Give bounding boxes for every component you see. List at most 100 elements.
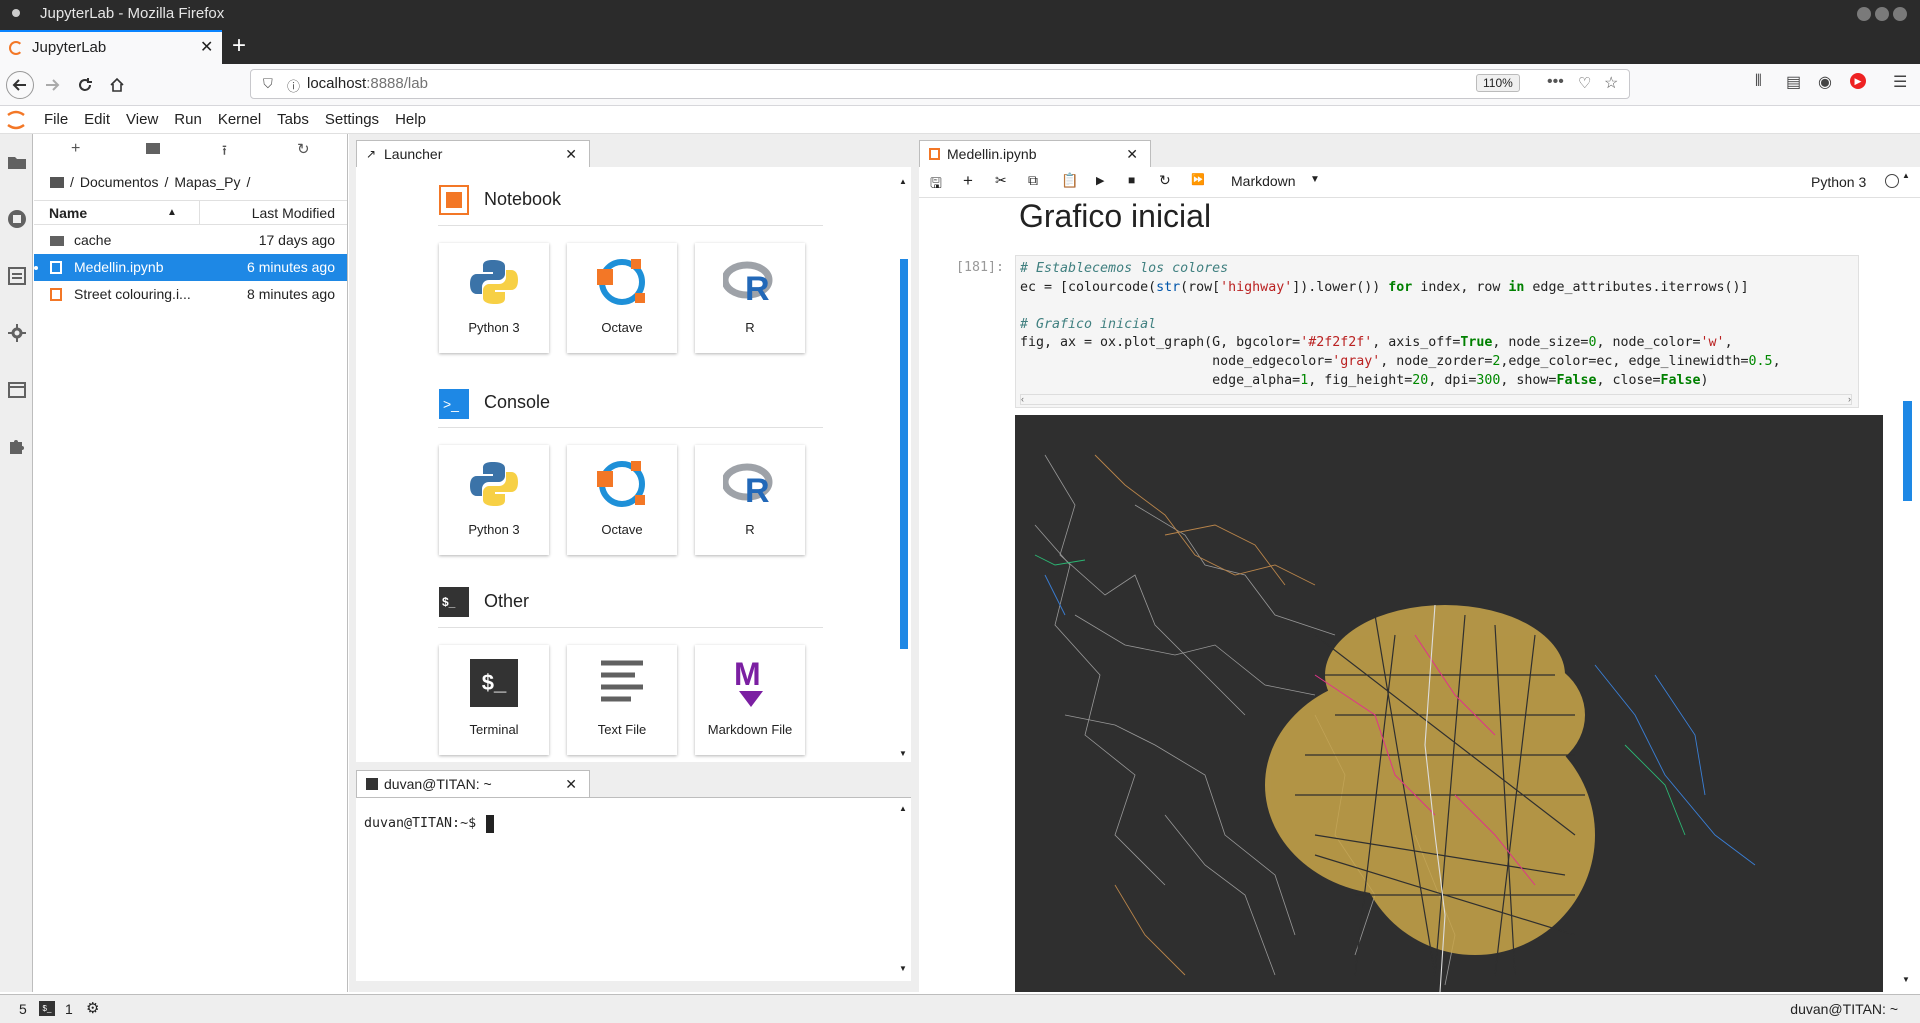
notebook-toolbar: 🖫 + ✂ ⧉ 📋 ▶ ■ ↻ ⏩ Markdown ▼ Python 3 [919,167,1920,198]
menu-run[interactable]: Run [166,106,210,134]
status-terminal-count[interactable]: 1 [65,1001,73,1017]
folder-icon[interactable] [6,151,28,173]
launcher-card-octave-notebook[interactable]: Octave [567,243,677,353]
restart-icon[interactable]: ↻ [1159,172,1171,189]
info-icon[interactable]: ⓘ [287,76,300,95]
tab-launcher[interactable]: ↗ Launcher ✕ [356,140,590,167]
minimize-icon[interactable] [1857,7,1871,21]
sidebar-icon[interactable]: ▤ [1786,72,1801,92]
modified-column-header[interactable]: Last Modified [252,201,335,225]
close-tab-icon[interactable]: ✕ [200,37,213,57]
breadcrumb-item[interactable]: Documentos [80,174,159,190]
commands-icon[interactable] [6,265,28,287]
breadcrumb-item[interactable]: Mapas_Py [174,174,240,190]
launcher-card-text-file[interactable]: Text File [567,645,677,755]
home-icon[interactable] [103,71,131,99]
kernel-name[interactable]: Python 3 [1811,174,1866,190]
close-terminal-icon[interactable]: ✕ [565,771,577,798]
reload-icon[interactable] [71,71,99,99]
launcher-card-python3-notebook[interactable]: Python 3 [439,243,549,353]
save-icon[interactable]: 🖫 [930,173,942,197]
property-inspector-icon[interactable] [6,322,28,344]
markdown-heading[interactable]: Grafico inicial [1019,198,1211,235]
upload-icon[interactable]: ⭱ [222,140,227,164]
menu-view[interactable]: View [118,106,166,134]
library-icon[interactable]: ⫴ [1755,73,1762,91]
code-cell-input[interactable]: # Establecemos los colores ec = [colourc… [1015,255,1859,408]
notebook-scrollbar[interactable]: ▲ ▼ [1902,171,1912,991]
open-tabs-icon[interactable] [6,379,28,401]
launcher-card-terminal[interactable]: $_ Terminal [439,645,549,755]
text-file-icon [599,659,645,707]
tab-notebook[interactable]: Medellin.ipynb ✕ [919,140,1151,167]
console-section-icon: >_ [439,389,469,419]
menu-kernel[interactable]: Kernel [210,106,269,134]
chevron-down-icon[interactable]: ▼ [1310,174,1320,185]
more-actions-icon[interactable]: ••• [1547,73,1564,91]
cell-type-select[interactable]: Markdown [1231,173,1296,189]
code-hscrollbar[interactable]: ‹ › [1020,394,1852,405]
zoom-level[interactable]: 110% [1476,74,1520,92]
shield-icon[interactable]: ⛉ [263,76,273,92]
launcher-tab-icon: ↗ [366,147,377,161]
new-tab-icon[interactable]: + [232,32,246,60]
close-window-icon[interactable] [1893,7,1907,21]
insert-cell-icon[interactable]: + [963,171,973,191]
file-row[interactable]: Street colouring.i... 8 minutes ago [34,281,347,308]
menu-file[interactable]: File [36,106,76,134]
back-icon[interactable] [6,71,34,99]
bookmark-star-icon[interactable]: ☆ [1604,73,1618,93]
notebook-tab-title: Medellin.ipynb [947,146,1037,162]
terminal-scrollbar[interactable]: ▲ ▼ [899,804,907,980]
launcher-scrollbar[interactable]: ▲ ▼ [899,177,908,758]
notebook-scroll-thumb[interactable] [1903,401,1912,501]
launcher-scroll-thumb[interactable] [900,259,908,649]
run-icon[interactable]: ▶ [1096,174,1104,187]
url-bar[interactable]: ⛉ ⓘ localhost:8888/lab 110% ••• ♡ ☆ [250,69,1630,99]
status-right-text: duvan@TITAN: ~ [1790,1001,1898,1017]
close-launcher-icon[interactable]: ✕ [565,141,577,168]
launcher-card-markdown-file[interactable]: M Markdown File [695,645,805,755]
maximize-icon[interactable] [1875,7,1889,21]
pocket-icon[interactable]: ♡ [1578,74,1591,92]
menu-edit[interactable]: Edit [76,106,118,134]
terminal-logo-icon: $_ [470,659,518,707]
plot-output [1015,415,1883,992]
account-icon[interactable]: ◉ [1818,72,1832,92]
file-row-selected[interactable]: Medellin.ipynb 6 minutes ago [34,254,347,281]
kernel-status-icon [1885,174,1899,188]
close-notebook-icon[interactable]: ✕ [1126,141,1138,168]
file-row[interactable]: cache 17 days ago [34,227,347,254]
restart-run-all-icon[interactable]: ⏩ [1191,173,1205,186]
breadcrumb-home-icon[interactable] [50,176,64,188]
refresh-icon[interactable]: ↻ [297,140,310,158]
paste-icon[interactable]: 📋 [1061,172,1078,189]
launcher-card-r-notebook[interactable]: R R [695,243,805,353]
browser-tab[interactable]: JupyterLab ✕ [0,30,222,64]
tab-terminal[interactable]: duvan@TITAN: ~ ✕ [356,770,590,797]
forward-icon[interactable] [38,71,66,99]
cut-icon[interactable]: ✂ [995,172,1007,189]
window-controls[interactable] [1857,7,1915,23]
stop-icon[interactable]: ■ [1128,173,1135,187]
status-terminal-icon[interactable]: $_ [39,1001,55,1016]
menu-tabs[interactable]: Tabs [269,106,317,134]
status-kernel-count[interactable]: 5 [19,1001,27,1017]
hamburger-menu-icon[interactable]: ☰ [1893,72,1907,92]
running-icon[interactable] [6,208,28,230]
addon-icon[interactable]: ▶ [1850,73,1866,89]
launcher-card-python3-console[interactable]: Python 3 [439,445,549,555]
sort-caret-icon[interactable]: ▲ [167,201,177,225]
menu-settings[interactable]: Settings [317,106,387,134]
card-label: Python 3 [468,522,520,537]
terminal-panel[interactable]: duvan@TITAN:~$ ▲ ▼ [356,797,911,981]
new-launcher-icon[interactable]: + [71,140,80,158]
menu-help[interactable]: Help [387,106,434,134]
launcher-card-octave-console[interactable]: Octave [567,445,677,555]
name-column-header[interactable]: Name [49,201,87,225]
launcher-card-r-console[interactable]: R R [695,445,805,555]
extension-manager-icon[interactable] [6,436,28,458]
copy-icon[interactable]: ⧉ [1028,172,1038,189]
status-settings-icon[interactable]: ⚙ [86,999,99,1017]
new-folder-icon[interactable] [146,143,160,154]
